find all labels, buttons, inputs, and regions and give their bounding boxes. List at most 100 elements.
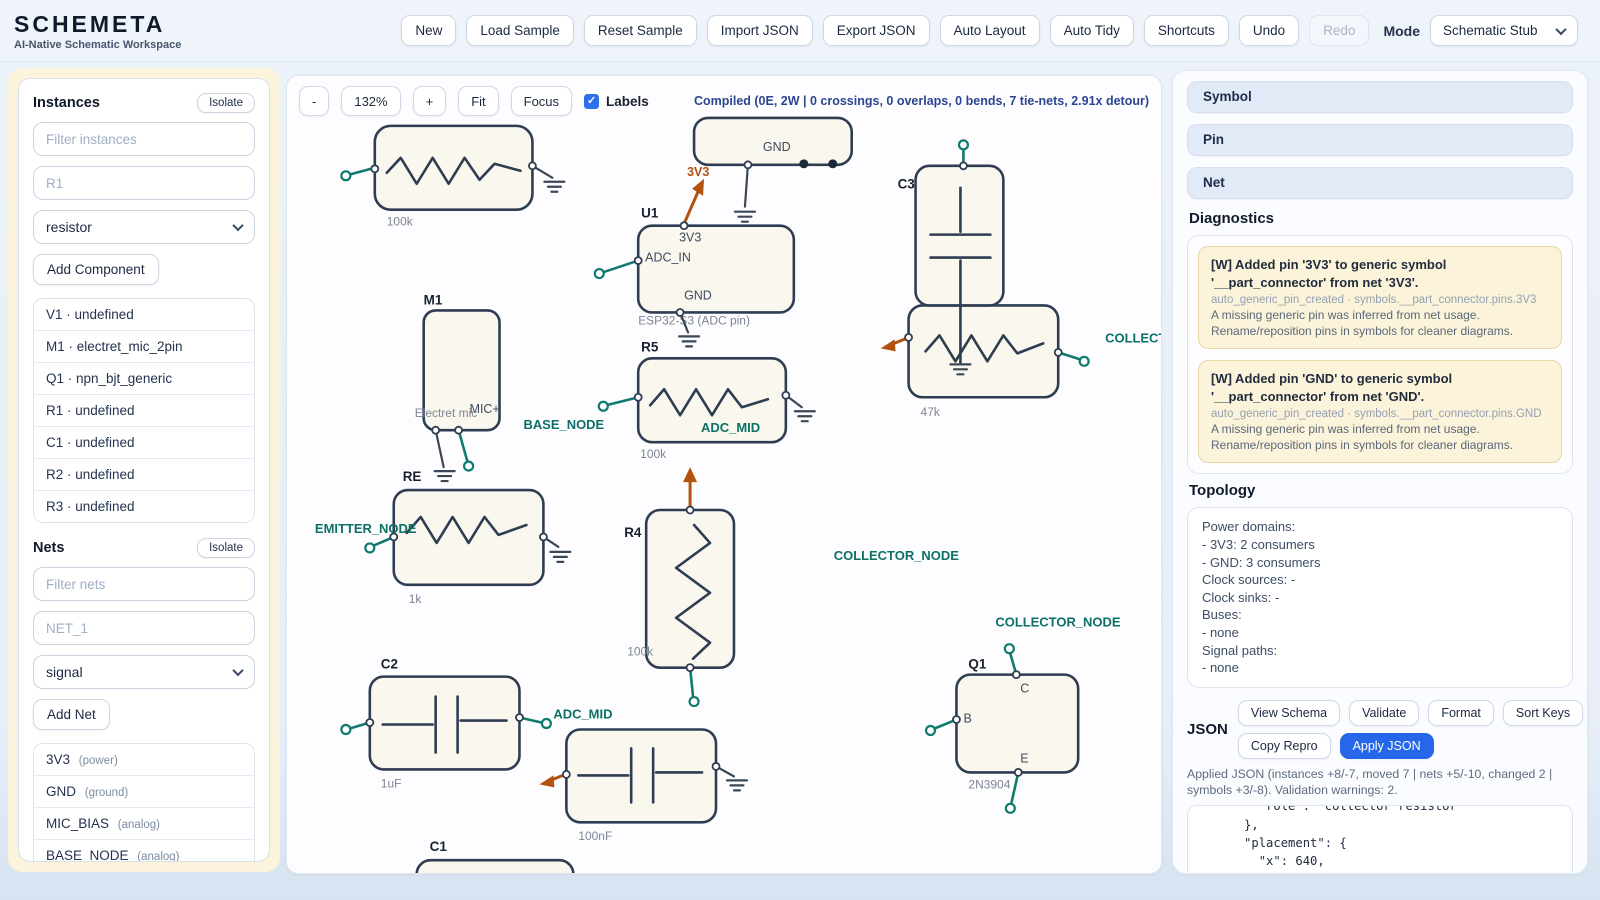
reset-sample-button[interactable]: Reset Sample xyxy=(584,15,697,46)
net-name-input[interactable] xyxy=(33,611,255,645)
pin-endpoint[interactable] xyxy=(959,140,968,149)
pin-endpoint[interactable] xyxy=(341,171,350,180)
topology-line: Signal paths: xyxy=(1202,642,1558,660)
net-label: ADC_MID xyxy=(553,707,612,722)
schematic-sheet[interactable]: 100k GND 3V3 U1 3V3 ADC_IN GND ESP32-S3 … xyxy=(287,76,1161,873)
add-component-button[interactable]: Add Component xyxy=(33,254,159,285)
instances-filter-input[interactable] xyxy=(33,122,255,156)
instance-item[interactable]: V1 · undefined xyxy=(34,299,254,330)
pin-endpoint[interactable] xyxy=(365,543,374,552)
shortcuts-button[interactable]: Shortcuts xyxy=(1144,15,1229,46)
diagnostics-title: Diagnostics xyxy=(1189,210,1571,227)
pin-endpoint[interactable] xyxy=(341,725,350,734)
export-json-button[interactable]: Export JSON xyxy=(823,15,930,46)
gnd-icon xyxy=(679,336,699,346)
instance-item[interactable]: R1 · undefined xyxy=(34,394,254,426)
net-item[interactable]: GND (ground) xyxy=(34,775,254,807)
instance-type-select[interactable]: resistor xyxy=(33,210,255,244)
view-schema-button[interactable]: View Schema xyxy=(1238,700,1340,726)
add-net-button[interactable]: Add Net xyxy=(33,699,110,730)
chevron-down-icon xyxy=(232,220,243,231)
nets-isolate-button[interactable]: Isolate xyxy=(197,538,255,558)
instance-item[interactable]: M1 · electret_mic_2pin xyxy=(34,330,254,362)
net-label: EMITTER_NODE xyxy=(315,521,417,536)
instance-name-input[interactable] xyxy=(33,166,255,200)
auto-tidy-button[interactable]: Auto Tidy xyxy=(1050,15,1134,46)
net-item[interactable]: BASE_NODE (analog) xyxy=(34,839,254,862)
instance-item[interactable]: R2 · undefined xyxy=(34,458,254,490)
caption-label: Electret mic xyxy=(415,406,478,420)
pin-endpoint[interactable] xyxy=(542,719,551,728)
labels-checkbox[interactable]: ✓ xyxy=(584,94,599,109)
instance-item[interactable]: Q1 · npn_bjt_generic xyxy=(34,362,254,394)
net-item[interactable]: MIC_BIAS (analog) xyxy=(34,807,254,839)
ref-label: Q1 xyxy=(968,657,986,672)
component-r5[interactable]: R5 BASE_NODE ADC_MID 100k xyxy=(523,339,814,461)
component-q1[interactable]: Q1 C B E 2N3904 xyxy=(926,644,1078,813)
json-editor-content: "role": "collector resistor" }, "placeme… xyxy=(1200,805,1560,874)
power-arrow-icon xyxy=(881,339,896,351)
pin-endpoint[interactable] xyxy=(464,462,473,471)
fit-button[interactable]: Fit xyxy=(458,86,498,116)
format-button[interactable]: Format xyxy=(1428,700,1494,726)
undo-button[interactable]: Undo xyxy=(1239,15,1299,46)
component-resistor-top[interactable]: 100k xyxy=(341,126,564,229)
json-editor[interactable]: "role": "collector resistor" }, "placeme… xyxy=(1187,805,1573,874)
zoom-out-button[interactable]: - xyxy=(299,86,329,116)
power-arrow-icon xyxy=(539,775,554,787)
component-re[interactable]: RE EMITTER_NODE 1k xyxy=(315,469,570,606)
nets-filter-input[interactable] xyxy=(33,567,255,601)
component-gnd-connector[interactable]: GND xyxy=(694,118,852,222)
brand: SCHEMETA AI-Native Schematic Workspace xyxy=(14,11,181,51)
zoom-level-button[interactable]: 132% xyxy=(341,86,400,116)
net-label: COLLECTOR_NODE xyxy=(834,548,959,563)
net-type-select[interactable]: signal xyxy=(33,655,255,689)
pin-endpoint[interactable] xyxy=(599,402,608,411)
pin-endpoint[interactable] xyxy=(690,697,699,706)
validate-button[interactable]: Validate xyxy=(1349,700,1419,726)
net-kind: (power) xyxy=(79,755,118,767)
instance-type-value: resistor xyxy=(46,219,92,235)
auto-layout-button[interactable]: Auto Layout xyxy=(940,15,1040,46)
canvas-toolbar: - 132% + Fit Focus ✓ Labels Compiled (0E… xyxy=(299,85,1153,117)
mode-select[interactable]: Schematic Stub xyxy=(1430,15,1578,46)
copy-repro-button[interactable]: Copy Repro xyxy=(1238,733,1331,759)
diagnostic-warning[interactable]: [W] Added pin 'GND' to generic symbol '_… xyxy=(1198,360,1562,463)
diagnostic-warning[interactable]: [W] Added pin '3V3' to generic symbol '_… xyxy=(1198,246,1562,349)
component-c2[interactable]: C2 1uF xyxy=(341,657,551,791)
accordion-symbol[interactable]: Symbol xyxy=(1187,81,1573,113)
sort-keys-button[interactable]: Sort Keys xyxy=(1503,700,1583,726)
pin-label: B xyxy=(963,712,971,726)
focus-button[interactable]: Focus xyxy=(511,86,572,116)
net-item[interactable]: 3V3 (power) xyxy=(34,744,254,775)
accordion-pin[interactable]: Pin xyxy=(1187,124,1573,156)
import-json-button[interactable]: Import JSON xyxy=(707,15,813,46)
instance-item[interactable]: R3 · undefined xyxy=(34,490,254,522)
instance-item[interactable]: C1 · undefined xyxy=(34,426,254,458)
ref-label: C1 xyxy=(430,839,448,854)
component-c1[interactable]: C1 xyxy=(417,839,574,873)
apply-json-button[interactable]: Apply JSON xyxy=(1340,733,1434,759)
component-u1[interactable]: 3V3 U1 3V3 ADC_IN GND ESP32-S3 (ADC pin) xyxy=(595,165,794,347)
instances-isolate-button[interactable]: Isolate xyxy=(197,93,255,113)
net-label: ADC_MID xyxy=(701,420,760,435)
pin-endpoint[interactable] xyxy=(595,269,604,278)
zoom-in-button[interactable]: + xyxy=(413,86,447,116)
junction-dot xyxy=(799,159,808,168)
ref-label: C2 xyxy=(381,657,398,672)
json-buttons: View Schema Validate Format Sort Keys Co… xyxy=(1238,700,1583,759)
pin-endpoint[interactable] xyxy=(1080,357,1089,366)
redo-button[interactable]: Redo xyxy=(1309,15,1369,46)
new-button[interactable]: New xyxy=(401,15,456,46)
pin-endpoint[interactable] xyxy=(926,726,935,735)
accordion-net[interactable]: Net xyxy=(1187,167,1573,199)
pin-endpoint[interactable] xyxy=(1005,644,1014,653)
component-r4[interactable]: R4 100k xyxy=(624,467,734,706)
load-sample-button[interactable]: Load Sample xyxy=(466,15,574,46)
caption-label: ESP32-S3 (ADC pin) xyxy=(638,313,750,327)
pin-endpoint[interactable] xyxy=(1006,804,1015,813)
component-c-adc[interactable]: ADC_MID 100nF xyxy=(539,707,747,844)
component-m1[interactable]: M1 MIC+ Electret mic xyxy=(415,292,500,481)
power-arrow-icon xyxy=(683,467,697,482)
pin-label: E xyxy=(1020,751,1028,765)
